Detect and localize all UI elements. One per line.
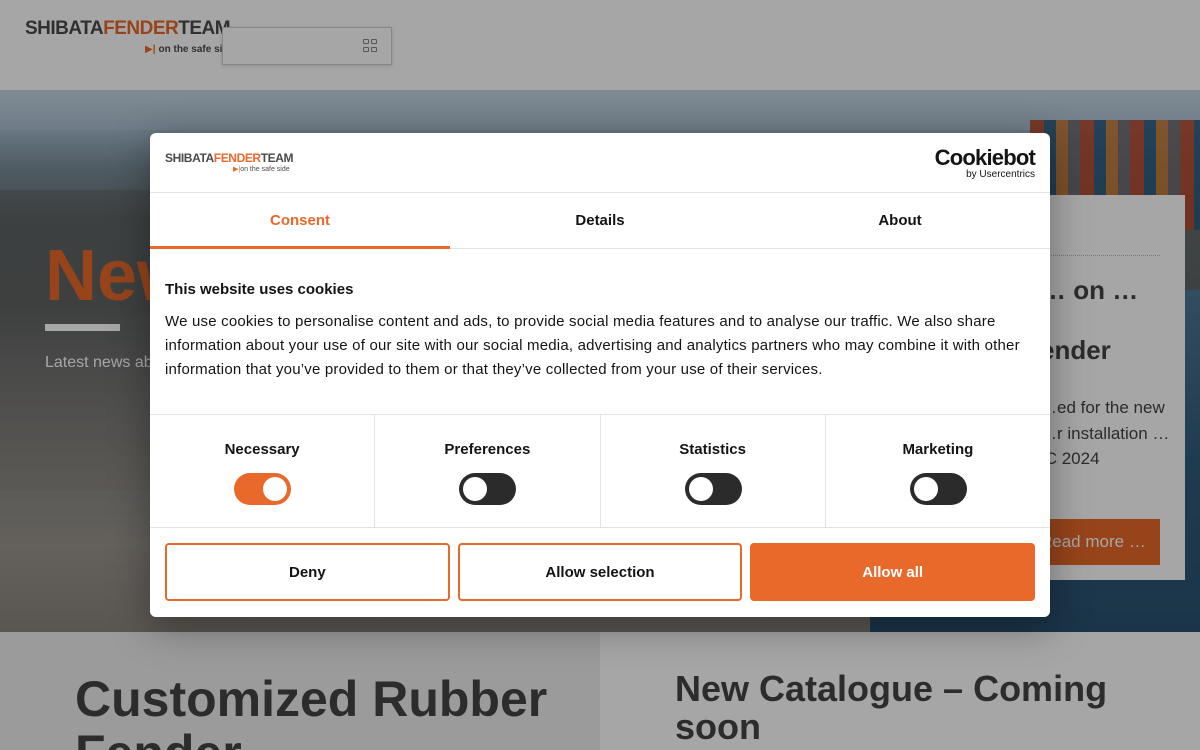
dialog-actions: Deny Allow selection Allow all: [165, 543, 1036, 601]
dialog-tabs: Consent Details About: [150, 193, 1050, 249]
cookie-consent-dialog: SHIBATAFENDERTEAM ▶|on the safe side Coo…: [150, 133, 1050, 617]
dialog-heading: This website uses cookies: [165, 281, 354, 298]
dialog-body: This website uses cookies We use cookies…: [165, 281, 1035, 382]
category-label: Marketing: [902, 441, 974, 458]
dialog-logo: SHIBATAFENDERTEAM ▶|on the safe side: [165, 151, 294, 173]
allow-selection-button[interactable]: Allow selection: [457, 543, 743, 601]
tab-about[interactable]: About: [750, 193, 1050, 248]
read-more-button[interactable]: Read more …: [1040, 519, 1160, 565]
statistics-toggle[interactable]: [684, 473, 742, 505]
catalogue-heading[interactable]: New Catalogue – Coming soon: [675, 670, 1155, 746]
category-label: Statistics: [679, 441, 746, 458]
toggle-knob: [263, 477, 288, 501]
category-label: Necessary: [224, 441, 300, 458]
cookiebot-logo[interactable]: Cookiebot by Usercentrics: [935, 147, 1036, 181]
toggle-knob: [913, 477, 938, 501]
category-necessary: Necessary: [150, 415, 376, 527]
search-input[interactable]: [222, 27, 392, 65]
grid-icon[interactable]: [363, 39, 378, 52]
news-card-divider: [1040, 255, 1160, 256]
site-logo[interactable]: SHIBATAFENDERTEAM ▶| on the safe side: [25, 18, 234, 55]
toggle-knob: [463, 477, 488, 501]
content-section: Customized Rubber Fender New Catalogue –…: [0, 632, 1200, 750]
title-underline: [45, 324, 120, 331]
category-marketing: Marketing: [826, 415, 1050, 527]
preferences-toggle[interactable]: [459, 473, 517, 505]
toggle-knob: [688, 477, 713, 501]
logo-wordmark: SHIBATAFENDERTEAM: [25, 18, 231, 39]
tab-details[interactable]: Details: [450, 193, 750, 248]
site-header: SHIBATAFENDERTEAM ▶| on the safe side: [0, 0, 1200, 90]
news-card-title: … on … ender: [1040, 275, 1139, 365]
dialog-description: We use cookies to personalise content an…: [165, 313, 1020, 378]
dialog-header: SHIBATAFENDERTEAM ▶|on the safe side Coo…: [150, 133, 1050, 193]
necessary-toggle[interactable]: [234, 473, 292, 505]
customized-fender-heading[interactable]: Customized Rubber Fender: [75, 672, 600, 750]
logo-tagline: ▶| on the safe side: [145, 44, 235, 55]
marketing-toggle[interactable]: [909, 473, 967, 505]
tab-consent[interactable]: Consent: [150, 193, 450, 249]
news-card-text: …ed for the new …r installation …IC 2024: [1040, 398, 1170, 468]
category-preferences: Preferences: [375, 415, 601, 527]
customized-fender-panel: Customized Rubber Fender: [0, 632, 600, 750]
category-label: Preferences: [444, 441, 531, 458]
allow-all-button[interactable]: Allow all: [750, 543, 1036, 601]
category-statistics: Statistics: [601, 415, 826, 527]
deny-button[interactable]: Deny: [165, 543, 450, 601]
cookie-category-toggles: Necessary Preferences Statistics Marketi…: [150, 414, 1050, 528]
hero-sky-image: [0, 90, 1200, 130]
catalogue-panel: New Catalogue – Coming soon: [600, 632, 1200, 750]
